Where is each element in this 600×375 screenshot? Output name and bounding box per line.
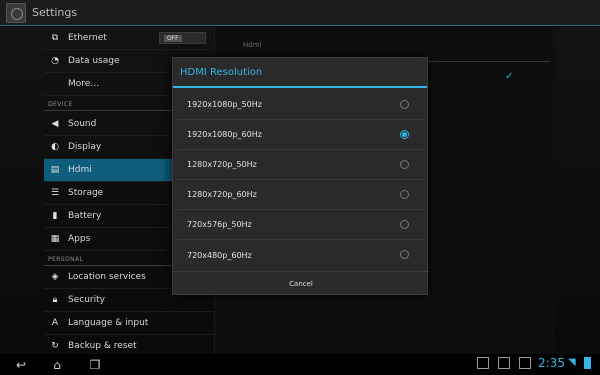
resolution-option[interactable]: 720x480p_60Hz bbox=[177, 240, 425, 270]
ethernet-toggle[interactable]: OFF bbox=[159, 32, 206, 44]
language-icon: A bbox=[51, 318, 59, 328]
resolution-option[interactable]: 1920x1080p_50Hz bbox=[177, 90, 425, 120]
location-icon: ◈ bbox=[51, 272, 59, 282]
radio-button[interactable] bbox=[400, 160, 409, 169]
settings-item-label: Backup & reset bbox=[68, 341, 137, 351]
settings-item-label: Location services bbox=[68, 272, 146, 282]
volume-icon: ◀ bbox=[51, 119, 59, 129]
clock[interactable]: 2:35 bbox=[538, 356, 565, 370]
apps-icon: ▦ bbox=[50, 234, 60, 244]
option-label: 1280x720p_50Hz bbox=[187, 160, 257, 169]
radio-button[interactable] bbox=[400, 100, 409, 109]
backup-icon: ↻ bbox=[51, 341, 59, 351]
screenshot-notification-icon[interactable] bbox=[498, 357, 510, 369]
settings-item-label: Ethernet bbox=[68, 33, 107, 43]
settings-item-label: Storage bbox=[68, 188, 104, 198]
settings-item-label: Battery bbox=[68, 211, 102, 221]
settings-item-label: More… bbox=[68, 79, 100, 89]
radio-button[interactable] bbox=[400, 250, 409, 259]
battery-icon: ▮ bbox=[52, 211, 58, 221]
option-label: 1920x1080p_60Hz bbox=[187, 130, 262, 139]
settings-item-label: Hdmi bbox=[68, 165, 92, 175]
action-bar: Settings bbox=[0, 0, 600, 26]
cancel-button[interactable]: Cancel bbox=[173, 271, 429, 296]
settings-item-label: Language & input bbox=[68, 318, 149, 328]
settings-item-label: Security bbox=[68, 295, 105, 305]
settings-item-language[interactable]: A Language & input bbox=[44, 312, 214, 335]
settings-app-icon[interactable] bbox=[6, 2, 26, 23]
settings-item-label: Sound bbox=[68, 119, 97, 129]
settings-item-label: Display bbox=[68, 142, 102, 152]
storage-icon: ☰ bbox=[50, 188, 60, 198]
dialog-title: HDMI Resolution bbox=[173, 58, 427, 88]
settings-item-label: Data usage bbox=[68, 56, 120, 66]
settings-item-label: Apps bbox=[68, 234, 91, 244]
resolution-option[interactable]: 1280x720p_60Hz bbox=[177, 180, 425, 210]
recent-apps-icon[interactable]: ❐ bbox=[84, 354, 106, 375]
brightness-icon: ◐ bbox=[51, 142, 59, 152]
checkmark-icon[interactable]: ✓ bbox=[505, 71, 513, 82]
hdmi-icon: ▤ bbox=[50, 165, 60, 175]
option-label: 720x576p_50Hz bbox=[187, 220, 252, 229]
lock-icon: 🔒︎ bbox=[52, 295, 58, 305]
network-icon: ⧉ bbox=[51, 33, 59, 43]
radio-button-checked[interactable] bbox=[400, 130, 409, 139]
option-label: 720x480p_60Hz bbox=[187, 250, 252, 260]
media-notification-icon[interactable] bbox=[519, 357, 531, 369]
wifi-icon: ◥ bbox=[568, 357, 576, 368]
resolution-option[interactable]: 720x576p_50Hz bbox=[177, 210, 425, 240]
radio-button[interactable] bbox=[400, 220, 409, 229]
battery-status-icon bbox=[584, 357, 591, 369]
settings-item-ethernet[interactable]: ⧉ Ethernet OFF bbox=[44, 27, 214, 50]
option-label: 1280x720p_60Hz bbox=[187, 190, 257, 199]
radio-button[interactable] bbox=[400, 190, 409, 199]
resolution-option[interactable]: 1920x1080p_60Hz bbox=[177, 120, 425, 150]
pane-title: Hdmi bbox=[243, 41, 262, 49]
resolution-option[interactable]: 1280x720p_50Hz bbox=[177, 150, 425, 180]
home-icon[interactable]: ⌂ bbox=[46, 354, 68, 375]
hdmi-resolution-dialog: HDMI Resolution 1920x1080p_50Hz 1920x108… bbox=[172, 57, 429, 296]
app-title: Settings bbox=[32, 6, 78, 19]
option-label: 1920x1080p_50Hz bbox=[187, 100, 262, 109]
gallery-notification-icon[interactable] bbox=[477, 357, 489, 369]
data-usage-icon: ◔ bbox=[51, 56, 59, 66]
back-icon[interactable]: ↩ bbox=[10, 354, 32, 375]
